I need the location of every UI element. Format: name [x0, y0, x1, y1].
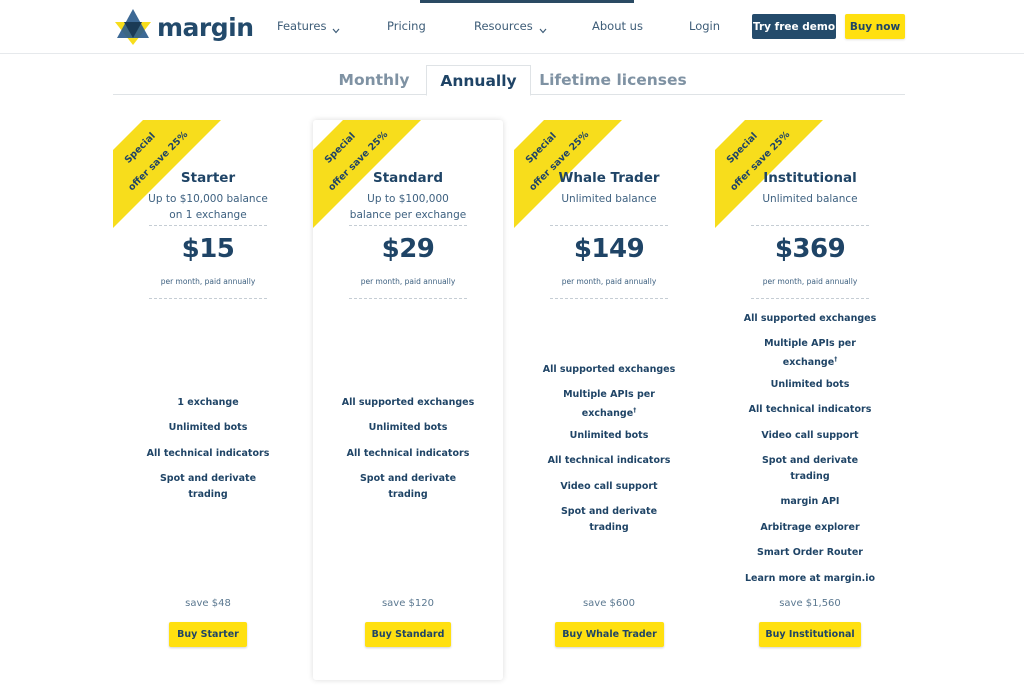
buy-institutional-button[interactable]: Buy Institutional — [759, 622, 861, 647]
price-note: per month, paid annually — [762, 277, 858, 286]
plan-card-institutional: Special offer save 25% Institutional Unl… — [715, 120, 905, 680]
plan-card-standard: Special offer save 25% Standard Up to $1… — [313, 120, 503, 680]
plan-description: Unlimited balance — [561, 193, 657, 205]
buy-starter-button[interactable]: Buy Starter — [169, 622, 247, 647]
nav-pricing-label: Pricing — [387, 19, 426, 33]
plan-description: Unlimited balance — [762, 193, 858, 205]
plan-price: $369 — [774, 234, 846, 264]
feature-item: Unlimited bots — [368, 422, 448, 433]
nav-features-label: Features — [277, 19, 327, 33]
nav-accent-line — [420, 0, 634, 3]
tab-monthly[interactable]: Monthly — [328, 65, 420, 95]
margin-logo-icon — [113, 8, 153, 46]
nav-about[interactable]: About us — [592, 19, 643, 33]
feature-item: All technical indicators — [146, 448, 270, 459]
feature-item: Arbitrage explorer — [760, 522, 860, 533]
billing-period-tabs: Monthly Annually Lifetime licenses — [113, 65, 905, 96]
divider — [349, 298, 467, 299]
save-amount: save $1,560 — [779, 598, 841, 609]
divider — [349, 225, 467, 226]
save-amount: save $600 — [582, 598, 636, 609]
plan-card-starter: Special offer save 25% Starter Up to $10… — [113, 120, 303, 680]
feature-item: Video call support — [560, 481, 658, 492]
dagger-footnote-mark: † — [834, 355, 838, 363]
feature-item: Unlimited bots — [770, 379, 850, 390]
plan-name: Whale Trader — [558, 170, 660, 186]
divider — [550, 225, 668, 226]
logo[interactable]: margin — [113, 7, 254, 47]
nav-login-label: Login — [689, 19, 721, 33]
nav-about-label: About us — [592, 19, 643, 33]
learn-more-link[interactable]: Learn more at margin.io — [735, 571, 885, 587]
nav-resources[interactable]: Resources — [474, 19, 547, 33]
divider — [751, 298, 869, 299]
save-amount: save $120 — [381, 598, 435, 609]
tab-lifetime-licenses[interactable]: Lifetime licenses — [538, 65, 688, 95]
buy-whale-trader-button[interactable]: Buy Whale Trader — [555, 622, 664, 647]
feature-item: Spot and derivate trading — [761, 455, 859, 482]
plan-card-whale-trader: Special offer save 25% Whale Trader Unli… — [514, 120, 704, 680]
plan-name: Institutional — [763, 170, 857, 186]
tab-annually[interactable]: Annually — [426, 65, 531, 96]
chevron-down-icon — [332, 23, 340, 33]
feature-item: Spot and derivate trading — [560, 506, 658, 533]
buy-now-button[interactable]: Buy now — [845, 14, 905, 39]
plan-price: $149 — [573, 234, 645, 264]
try-free-demo-button[interactable]: Try free demo — [752, 14, 836, 39]
logo-text: margin — [157, 12, 254, 42]
nav-resources-label: Resources — [474, 19, 533, 33]
save-amount: save $48 — [185, 598, 231, 609]
feature-item: Video call support — [761, 430, 859, 441]
plan-name: Starter — [180, 170, 236, 186]
feature-item: Unlimited bots — [569, 430, 649, 441]
nav-features[interactable]: Features — [277, 19, 340, 33]
feature-item: All supported exchanges — [542, 364, 676, 375]
divider — [149, 225, 267, 226]
feature-item: All technical indicators — [748, 404, 872, 415]
plan-price: $29 — [381, 234, 435, 264]
feature-item: Multiple APIs per exchange† — [764, 338, 856, 368]
feature-item: Spot and derivate trading — [159, 473, 257, 500]
top-nav: margin Features Pricing Resources About … — [0, 0, 1024, 54]
chevron-down-icon — [539, 23, 547, 33]
feature-item: All technical indicators — [547, 455, 671, 466]
divider — [550, 298, 668, 299]
feature-item: Unlimited bots — [168, 422, 248, 433]
plan-price: $15 — [181, 234, 235, 264]
plan-description: Up to $100,000 balance per exchange — [349, 193, 467, 221]
price-note: per month, paid annually — [160, 277, 256, 286]
nav-login[interactable]: Login — [689, 19, 720, 33]
divider — [149, 298, 267, 299]
plan-description: Up to $10,000 balance on 1 exchange — [148, 193, 268, 221]
feature-item: Spot and derivate trading — [359, 473, 457, 500]
feature-item: Smart Order Router — [757, 547, 863, 558]
price-note: per month, paid annually — [360, 277, 456, 286]
divider — [751, 225, 869, 226]
feature-item: All supported exchanges — [341, 397, 475, 408]
dagger-footnote-mark: † — [633, 406, 637, 414]
feature-item: Multiple APIs per exchange† — [563, 389, 655, 419]
feature-item: margin API — [780, 496, 840, 507]
price-note: per month, paid annually — [561, 277, 657, 286]
plan-name: Standard — [373, 170, 443, 186]
feature-item: All technical indicators — [346, 448, 470, 459]
feature-item: 1 exchange — [177, 397, 239, 408]
feature-item: All supported exchanges — [743, 313, 877, 324]
buy-standard-button[interactable]: Buy Standard — [365, 622, 451, 647]
nav-pricing[interactable]: Pricing — [387, 19, 426, 33]
